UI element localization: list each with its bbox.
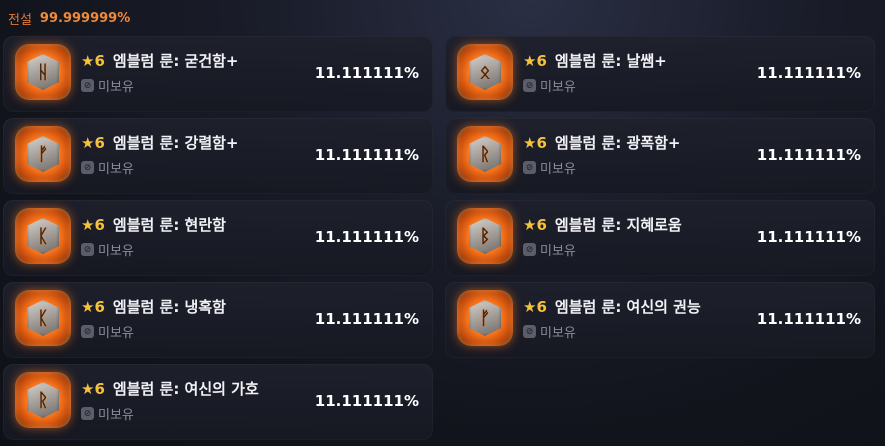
- drop-rate: 11.111111%: [756, 64, 861, 82]
- rune-title: ★6 엠블럼 룬: 굳건함+: [81, 50, 239, 71]
- owned-status-label: 미보유: [98, 80, 134, 95]
- unowned-box-icon: ⊘: [523, 79, 536, 92]
- rune-card[interactable]: ᚠ ★6 엠블럼 룬: 강렬함+ ⊘ 미보유 11.111111%: [3, 118, 433, 194]
- rune-card[interactable]: ᚺ ★6 엠블럼 룬: 굳건함+ ⊘ 미보유 11.111111%: [3, 36, 433, 112]
- owned-status: ⊘ 미보유: [523, 158, 576, 177]
- owned-status: ⊘ 미보유: [81, 158, 134, 177]
- rune-glyph: ᚱ: [479, 143, 491, 165]
- owned-status: ⊘ 미보유: [523, 322, 576, 341]
- rune-card[interactable]: ᛟ ★6 엠블럼 룬: 날쌤+ ⊘ 미보유 11.111111%: [445, 36, 875, 112]
- owned-status-label: 미보유: [540, 244, 576, 259]
- drop-rate: 11.111111%: [314, 310, 419, 328]
- rune-card[interactable]: ᛕ ★6 엠블럼 룬: 현란함 ⊘ 미보유 11.111111%: [3, 200, 433, 276]
- rune-glyph: ᚺ: [37, 61, 49, 83]
- owned-status: ⊘ 미보유: [81, 240, 134, 259]
- rune-glyph: ᚠ: [37, 143, 49, 165]
- star-grade: ★6: [81, 216, 105, 234]
- unowned-box-icon: ⊘: [81, 325, 94, 338]
- owned-status-label: 미보유: [540, 162, 576, 177]
- drop-rate: 11.111111%: [756, 310, 861, 328]
- rune-emblem-icon: ᛒ: [457, 208, 513, 264]
- rune-grid: ᚺ ★6 엠블럼 룬: 굳건함+ ⊘ 미보유 11.111111% ᛟ ★6 엠블럼…: [3, 36, 879, 440]
- unowned-box-icon: ⊘: [81, 161, 94, 174]
- rune-name: 엠블럼 룬: 지혜로움: [554, 216, 682, 234]
- rune-glyph: ᛕ: [37, 225, 49, 247]
- rune-glyph: ᚱ: [37, 389, 49, 411]
- owned-status-label: 미보유: [98, 326, 134, 341]
- rune-emblem-icon: ᛟ: [457, 44, 513, 100]
- star-grade: ★6: [81, 52, 105, 70]
- rune-title: ★6 엠블럼 룬: 광폭함+: [523, 132, 681, 153]
- star-grade: ★6: [523, 52, 547, 70]
- owned-status-label: 미보유: [98, 408, 134, 423]
- grade-label: 전설: [8, 12, 32, 28]
- rune-name: 엠블럼 룬: 광폭함+: [554, 134, 681, 152]
- rune-title: ★6 엠블럼 룬: 강렬함+: [81, 132, 239, 153]
- rune-emblem-icon: ᛕ: [15, 208, 71, 264]
- rune-emblem-icon: ᚱ: [15, 372, 71, 428]
- rune-card[interactable]: ᚱ ★6 엠블럼 룬: 광폭함+ ⊘ 미보유 11.111111%: [445, 118, 875, 194]
- rune-emblem-icon: ᚺ: [15, 44, 71, 100]
- rune-name: 엠블럼 룬: 여신의 가호: [112, 380, 259, 398]
- star-grade: ★6: [81, 298, 105, 316]
- owned-status-label: 미보유: [540, 326, 576, 341]
- owned-status-label: 미보유: [98, 244, 134, 259]
- rune-emblem-icon: ᚠ: [15, 126, 71, 182]
- rune-glyph: ᛟ: [479, 61, 491, 83]
- grade-header: 전설 99.999999%: [8, 8, 130, 28]
- rune-title: ★6 엠블럼 룬: 현란함: [81, 214, 226, 235]
- owned-status: ⊘ 미보유: [523, 76, 576, 95]
- unowned-box-icon: ⊘: [81, 407, 94, 420]
- owned-status: ⊘ 미보유: [81, 404, 134, 423]
- rune-name: 엠블럼 룬: 냉혹함: [112, 298, 226, 316]
- drop-rate: 11.111111%: [756, 228, 861, 246]
- rune-title: ★6 엠블럼 룬: 지혜로움: [523, 214, 682, 235]
- drop-rate: 11.111111%: [314, 64, 419, 82]
- star-grade: ★6: [523, 134, 547, 152]
- owned-status-label: 미보유: [98, 162, 134, 177]
- owned-status: ⊘ 미보유: [523, 240, 576, 259]
- rune-name: 엠블럼 룬: 날쌤+: [554, 52, 667, 70]
- unowned-box-icon: ⊘: [81, 243, 94, 256]
- star-grade: ★6: [523, 216, 547, 234]
- rune-name: 엠블럼 룬: 강렬함+: [112, 134, 239, 152]
- star-grade: ★6: [523, 298, 547, 316]
- rune-name: 엠블럼 룬: 현란함: [112, 216, 226, 234]
- rune-emblem-icon: ᛕ: [15, 290, 71, 346]
- unowned-box-icon: ⊘: [523, 243, 536, 256]
- rune-glyph: ᛕ: [37, 307, 49, 329]
- rune-glyph: ᛒ: [479, 225, 491, 247]
- rune-card[interactable]: ᛕ ★6 엠블럼 룬: 냉혹함 ⊘ 미보유 11.111111%: [3, 282, 433, 358]
- rune-card[interactable]: ᛒ ★6 엠블럼 룬: 지혜로움 ⊘ 미보유 11.111111%: [445, 200, 875, 276]
- owned-status: ⊘ 미보유: [81, 76, 134, 95]
- rune-title: ★6 엠블럼 룬: 냉혹함: [81, 296, 226, 317]
- drop-rate: 11.111111%: [756, 146, 861, 164]
- drop-rate: 11.111111%: [314, 392, 419, 410]
- star-grade: ★6: [81, 134, 105, 152]
- probability-list-panel: 전설 99.999999% ᚺ ★6 엠블럼 룬: 굳건함+ ⊘ 미보유 11.1…: [0, 0, 885, 446]
- unowned-box-icon: ⊘: [523, 325, 536, 338]
- rune-emblem-icon: ᚱ: [457, 126, 513, 182]
- grade-total-rate: 99.999999%: [39, 10, 131, 26]
- unowned-box-icon: ⊘: [81, 79, 94, 92]
- rune-name: 엠블럼 룬: 여신의 권능: [554, 298, 701, 316]
- rune-emblem-icon: ᚠ: [457, 290, 513, 346]
- rune-glyph: ᚠ: [479, 307, 491, 329]
- drop-rate: 11.111111%: [314, 228, 419, 246]
- star-grade: ★6: [81, 380, 105, 398]
- unowned-box-icon: ⊘: [523, 161, 536, 174]
- owned-status-label: 미보유: [540, 80, 576, 95]
- rune-name: 엠블럼 룬: 굳건함+: [112, 52, 239, 70]
- rune-card[interactable]: ᚱ ★6 엠블럼 룬: 여신의 가호 ⊘ 미보유 11.111111%: [3, 364, 433, 440]
- drop-rate: 11.111111%: [314, 146, 419, 164]
- rune-card[interactable]: ᚠ ★6 엠블럼 룬: 여신의 권능 ⊘ 미보유 11.111111%: [445, 282, 875, 358]
- rune-title: ★6 엠블럼 룬: 날쌤+: [523, 50, 667, 71]
- rune-title: ★6 엠블럼 룬: 여신의 가호: [81, 378, 259, 399]
- owned-status: ⊘ 미보유: [81, 322, 134, 341]
- rune-title: ★6 엠블럼 룬: 여신의 권능: [523, 296, 701, 317]
